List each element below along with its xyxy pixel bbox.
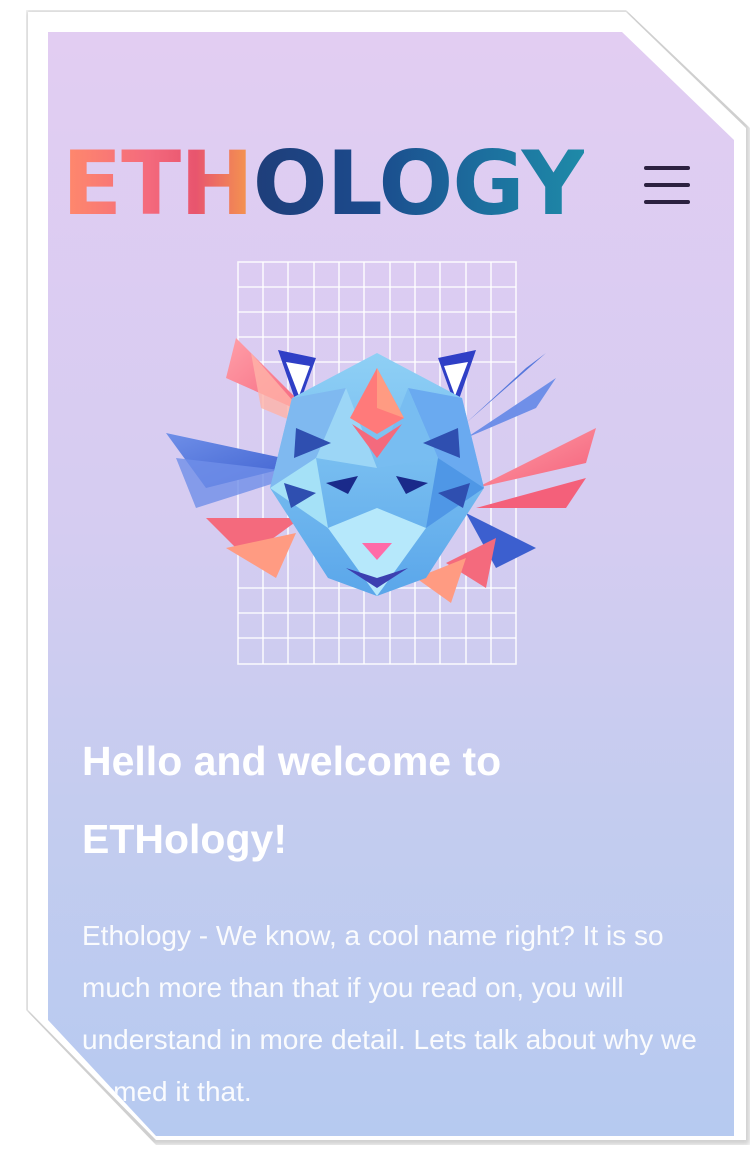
- tiger-illustration: [166, 261, 596, 665]
- welcome-headline: Hello and welcome to ETHology!: [82, 738, 502, 862]
- hamburger-menu-icon[interactable]: [638, 160, 698, 210]
- page: ETHOLOGY Hello and welcome to ETHology! …: [0, 0, 750, 1149]
- menu-line: [644, 200, 690, 204]
- site-logo[interactable]: ETHOLOGY: [62, 140, 585, 228]
- menu-line: [644, 166, 690, 170]
- app-screen: ETHOLOGY Hello and welcome to ETHology! …: [48, 32, 734, 1136]
- logo-eth: ETH: [62, 132, 254, 235]
- menu-line: [644, 183, 690, 187]
- logo-ology: OLOGY: [252, 132, 586, 235]
- intro-paragraph: Ethology - We know, a cool name right? I…: [82, 920, 697, 1107]
